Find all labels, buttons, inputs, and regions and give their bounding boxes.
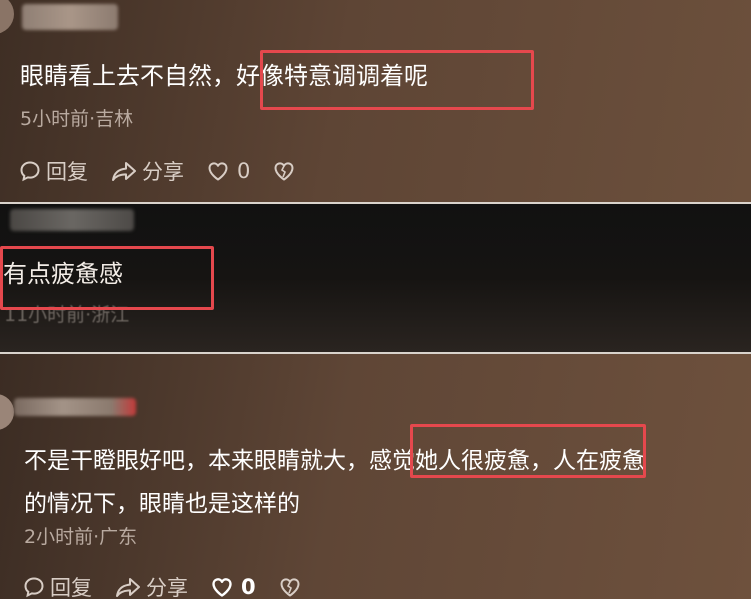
- share-button[interactable]: 分享: [114, 572, 188, 599]
- comment-meta: 2小时前·广东: [24, 526, 138, 548]
- highlight-box: [0, 246, 214, 310]
- dislike-button[interactable]: [278, 575, 306, 599]
- comment-bubble-icon: [18, 159, 46, 183]
- comment-actions: 回复 分享 0: [22, 572, 328, 599]
- username-blurred[interactable]: [22, 4, 118, 30]
- heart-icon: [210, 575, 238, 599]
- highlight-box: [260, 50, 534, 110]
- comment-bubble-icon: [22, 575, 50, 599]
- username-blurred[interactable]: [14, 398, 136, 416]
- reply-label: 回复: [46, 160, 88, 184]
- like-count: 0: [237, 159, 251, 183]
- username-blurred[interactable]: [10, 209, 134, 231]
- share-arrow-icon: [110, 159, 142, 183]
- share-label: 分享: [142, 160, 184, 184]
- heart-icon: [206, 159, 234, 183]
- comment-card-3: 不是干瞪眼好吧，本来眼睛就大，感觉她人很疲惫，人在疲惫 的情况下，眼睛也是这样的…: [0, 354, 751, 599]
- reply-button[interactable]: 回复: [18, 156, 88, 186]
- broken-heart-icon: [272, 159, 300, 183]
- avatar[interactable]: [0, 0, 14, 34]
- broken-heart-icon: [278, 575, 306, 599]
- like-button[interactable]: 0: [206, 159, 250, 183]
- like-button[interactable]: 0: [210, 575, 256, 599]
- comment-actions: 回复 分享 0: [18, 156, 322, 186]
- reply-button[interactable]: 回复: [22, 572, 92, 599]
- comment-meta: 5小时前·吉林: [20, 108, 134, 130]
- reply-label: 回复: [50, 576, 92, 599]
- comment-card-1: 眼睛看上去不自然，好像特意调调着呢 5小时前·吉林 回复 分享 0: [0, 0, 751, 202]
- like-count: 0: [241, 575, 256, 599]
- highlight-box: [410, 424, 646, 478]
- dislike-button[interactable]: [272, 159, 300, 183]
- share-button[interactable]: 分享: [110, 156, 184, 186]
- comment-card-2: 有点疲惫感 11小时前·浙江: [0, 204, 751, 352]
- share-label: 分享: [146, 576, 188, 599]
- comment-text-plain: 不是干瞪眼好吧，本来眼睛就大，: [24, 448, 369, 474]
- comment-text-plain: 眼睛看上去不自然，: [20, 62, 236, 90]
- share-arrow-icon: [114, 575, 146, 599]
- avatar[interactable]: [0, 394, 14, 430]
- comment-text-line-2: 的情况下，眼睛也是这样的: [24, 491, 300, 517]
